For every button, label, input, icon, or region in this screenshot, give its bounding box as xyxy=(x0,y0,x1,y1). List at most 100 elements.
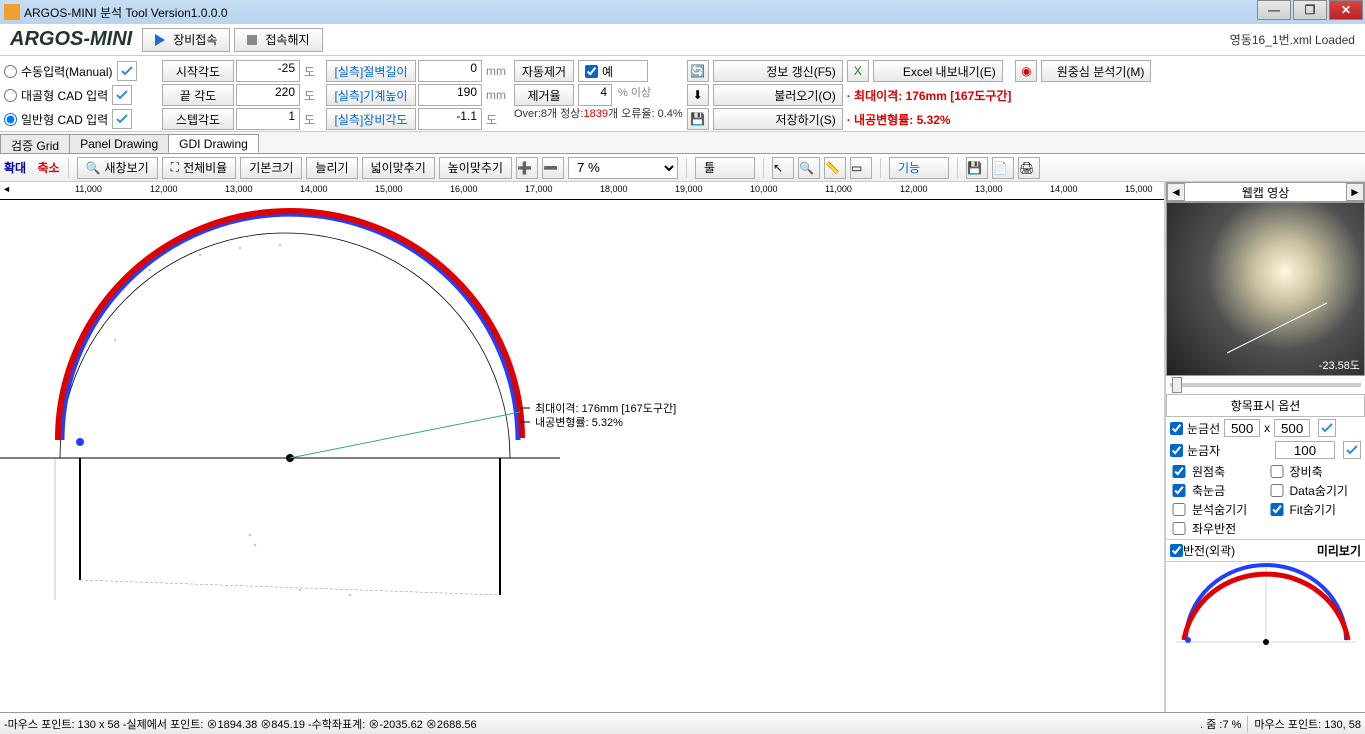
analyze-icon[interactable]: ◉ xyxy=(1015,60,1037,82)
webcam-header: ◄ 웹캡 영상 ► xyxy=(1166,182,1365,202)
play-icon xyxy=(155,34,165,46)
tool-button[interactable]: 툴 xyxy=(695,157,755,179)
analyze-button[interactable]: 원중심 분석기(M) xyxy=(1041,60,1151,82)
full-ratio-button[interactable]: ⛶전체비율 xyxy=(162,157,237,179)
webcam-slider[interactable] xyxy=(1170,383,1361,387)
save-draw-icon[interactable]: 💾 xyxy=(966,157,988,179)
excel-button[interactable]: Excel 내보내기(E) xyxy=(873,60,1003,82)
zoom-select[interactable]: 7 % xyxy=(568,157,678,179)
excav-input[interactable]: 0 xyxy=(418,60,482,82)
copy-icon[interactable]: 📄 xyxy=(992,157,1014,179)
end-angle-label[interactable]: 끝 각도 xyxy=(162,84,234,106)
radio-arch-cad[interactable] xyxy=(4,89,17,102)
side-panel: ◄ 웹캡 영상 ► -23.58도 항목표시 옵션 눈금선 x 눈금자 원점축 … xyxy=(1165,182,1365,712)
tab-panel[interactable]: Panel Drawing xyxy=(69,134,169,153)
rate-label[interactable]: 제거율 xyxy=(514,84,574,106)
connect-button[interactable]: 장비접속 xyxy=(142,28,230,52)
status-mouse2: 마우스 포인트: 130, 58 xyxy=(1254,716,1361,732)
drawing-toolbar: 확대 축소 🔍새창보기 ⛶전체비율 기본크기 늘리기 넓이맞추기 높이맞추기 ➕… xyxy=(0,154,1365,182)
window-icon[interactable]: ▭ xyxy=(850,157,872,179)
webcam-angle: -23.58도 xyxy=(1319,357,1360,373)
chk-hide-analysis[interactable] xyxy=(1170,503,1188,516)
chk-ruler[interactable] xyxy=(1170,444,1183,457)
radio-general-cad[interactable] xyxy=(4,113,17,126)
plus-button[interactable]: ➕ xyxy=(516,157,538,179)
drawing-canvas[interactable]: ◄ 11,00012,00013,00014,00015,00016,00017… xyxy=(0,182,1165,712)
stop-icon xyxy=(247,35,257,45)
chk-axis-grid[interactable] xyxy=(1170,484,1188,497)
result-max-gap: · 최대이격: 176mm [167도구간] xyxy=(847,84,1012,106)
start-angle-label[interactable]: 시작각도 xyxy=(162,60,234,82)
close-button[interactable]: ✕ xyxy=(1329,0,1363,20)
chk-invert[interactable] xyxy=(1170,544,1183,557)
webcam-next[interactable]: ► xyxy=(1346,183,1364,201)
fit-width-button[interactable]: 넓이맞추기 xyxy=(362,157,435,179)
tunnel-svg: 최대이격: 176mm [167도구간] 내공변형률: 5.32% xyxy=(0,200,1160,710)
function-button[interactable]: 기능 xyxy=(889,157,949,179)
default-size-button[interactable]: 기본크기 xyxy=(240,157,302,179)
window-title: ARGOS-MINI 분석 Tool Version1.0.0.0 xyxy=(24,4,228,21)
magnify-icon[interactable]: 🔍 xyxy=(798,157,820,179)
load-button[interactable]: 불러오기(O) xyxy=(713,84,843,106)
status-zoom: . 줌 :7 % xyxy=(1200,716,1241,732)
equip-label[interactable]: [실측]장비각도 xyxy=(326,108,416,130)
ruler-apply[interactable] xyxy=(1343,441,1361,459)
tab-gdi[interactable]: GDI Drawing xyxy=(168,134,259,153)
webcam-image: -23.58도 xyxy=(1166,202,1365,376)
logo: ARGOS-MINI xyxy=(0,28,142,51)
minimize-button[interactable]: — xyxy=(1257,0,1291,20)
disconnect-button[interactable]: 접속해지 xyxy=(234,28,322,52)
save-button[interactable]: 저장하기(S) xyxy=(713,108,843,130)
maximize-button[interactable]: ❐ xyxy=(1293,0,1327,20)
chk-hide-data[interactable] xyxy=(1268,484,1286,497)
machine-label[interactable]: [실측]기계높이 xyxy=(326,84,416,106)
save-icon[interactable]: 💾 xyxy=(687,108,709,130)
horizontal-ruler: ◄ 11,00012,00013,00014,00015,00016,00017… xyxy=(0,182,1164,200)
auto-remove-label[interactable]: 자동제거 xyxy=(514,60,574,82)
preview-canvas[interactable] xyxy=(1166,561,1365,712)
step-angle-input[interactable]: 1 xyxy=(236,108,300,130)
auto-remove-check[interactable] xyxy=(585,65,598,78)
excel-icon[interactable]: X xyxy=(847,60,869,82)
chk-mirror[interactable] xyxy=(1170,522,1188,535)
chk-origin[interactable] xyxy=(1170,465,1188,478)
check-manual[interactable] xyxy=(117,61,137,81)
new-window-button[interactable]: 🔍새창보기 xyxy=(77,157,158,179)
ruler-icon[interactable]: 📏 xyxy=(824,157,846,179)
window-titlebar: ARGOS-MINI 분석 Tool Version1.0.0.0 — ❐ ✕ xyxy=(0,0,1365,24)
cursor-icon[interactable]: ↖ xyxy=(772,157,794,179)
end-angle-input[interactable]: 220 xyxy=(236,84,300,106)
webcam-prev[interactable]: ◄ xyxy=(1167,183,1185,201)
grid-w[interactable] xyxy=(1224,419,1260,437)
chk-equip[interactable] xyxy=(1268,465,1286,478)
equip-input[interactable]: -1.1 xyxy=(418,108,482,130)
refresh-icon[interactable]: 🔄 xyxy=(687,60,709,82)
tab-verify[interactable]: 검증 Grid xyxy=(0,134,70,153)
ruler-val[interactable] xyxy=(1275,441,1335,459)
status-bar: -마우스 포인트: 130 x 58 -실제에서 포인트: ⊗1894.38 ⊗… xyxy=(0,712,1365,734)
start-angle-input[interactable]: -25 xyxy=(236,60,300,82)
zoom-out-label[interactable]: 축소 xyxy=(37,159,59,176)
chk-hide-fit[interactable] xyxy=(1268,503,1286,516)
refresh-button[interactable]: 정보 갱신(F5) xyxy=(713,60,843,82)
check-arch[interactable] xyxy=(112,85,132,105)
options-title: 항목표시 옵션 xyxy=(1166,394,1365,417)
print-icon[interactable]: 🖨 xyxy=(1018,157,1040,179)
zoom-in-label[interactable]: 확대 xyxy=(4,159,26,176)
chk-grid[interactable] xyxy=(1170,422,1183,435)
step-angle-label[interactable]: 스텝각도 xyxy=(162,108,234,130)
svg-text:최대이격: 176mm [167도구간]: 최대이격: 176mm [167도구간] xyxy=(535,402,676,415)
stretch-button[interactable]: 늘리기 xyxy=(306,157,357,179)
controls-panel: 수동입력(Manual) 대골형 CAD 입력 일반형 CAD 입력 시작각도-… xyxy=(0,56,1365,132)
excav-label[interactable]: [실측]절벽길이 xyxy=(326,60,416,82)
rate-input[interactable]: 4 xyxy=(578,84,612,106)
grid-h[interactable] xyxy=(1274,419,1310,437)
fit-height-button[interactable]: 높이맞추기 xyxy=(439,157,512,179)
check-general[interactable] xyxy=(112,109,132,129)
grid-apply[interactable] xyxy=(1318,419,1336,437)
minus-button[interactable]: ➖ xyxy=(542,157,564,179)
load-icon[interactable]: ⬇ xyxy=(687,84,709,106)
radio-manual[interactable] xyxy=(4,65,17,78)
preview-label: 미리보기 xyxy=(1317,542,1361,559)
machine-input[interactable]: 190 xyxy=(418,84,482,106)
